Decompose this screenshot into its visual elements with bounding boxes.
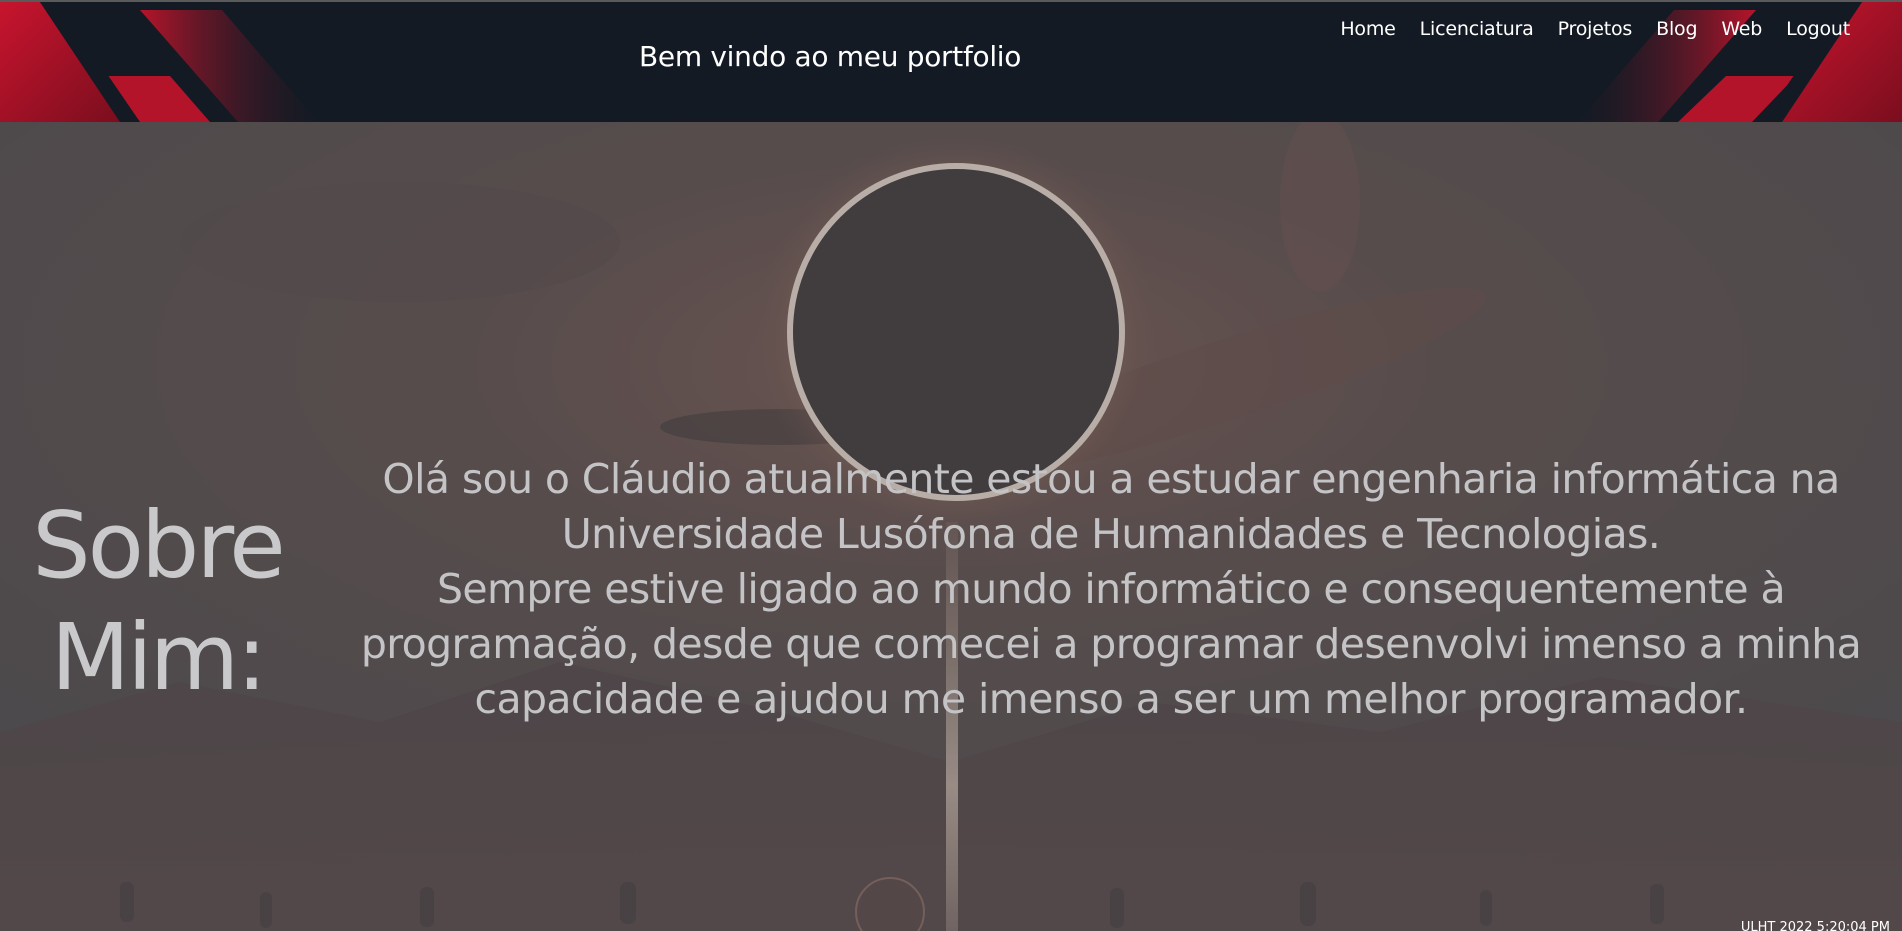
nav-link-blog[interactable]: Blog xyxy=(1644,16,1709,42)
site-title: Bem vindo ao meu portfolio xyxy=(639,40,1022,73)
about-heading-line2: Mim: xyxy=(50,604,268,711)
page: Bem vindo ao meu portfolio Home Licencia… xyxy=(0,0,1902,931)
about-paragraph-intro: Olá sou o Cláudio atualmente estou a est… xyxy=(382,455,1840,558)
footer-stamp: ULHT 2022 5:20:04 PM xyxy=(1740,920,1890,931)
about-heading-line1: Sobre xyxy=(32,492,286,599)
nav-link-projetos[interactable]: Projetos xyxy=(1546,16,1644,42)
nav-link-home[interactable]: Home xyxy=(1328,16,1407,42)
nav-link-web[interactable]: Web xyxy=(1709,16,1774,42)
nav-link-logout[interactable]: Logout xyxy=(1774,16,1862,42)
about-paragraph-programming: Sempre estive ligado ao mundo informátic… xyxy=(360,565,1862,723)
main-nav: Home Licenciatura Projetos Blog Web Logo… xyxy=(1328,16,1862,42)
nav-link-licenciatura[interactable]: Licenciatura xyxy=(1408,16,1546,42)
about-heading: Sobre Mim: xyxy=(0,490,315,714)
about-text: Olá sou o Cláudio atualmente estou a est… xyxy=(360,452,1862,727)
site-header: Bem vindo ao meu portfolio Home Licencia… xyxy=(0,0,1902,122)
about-section: Sobre Mim: Olá sou o Cláudio atualmente … xyxy=(0,122,1902,931)
